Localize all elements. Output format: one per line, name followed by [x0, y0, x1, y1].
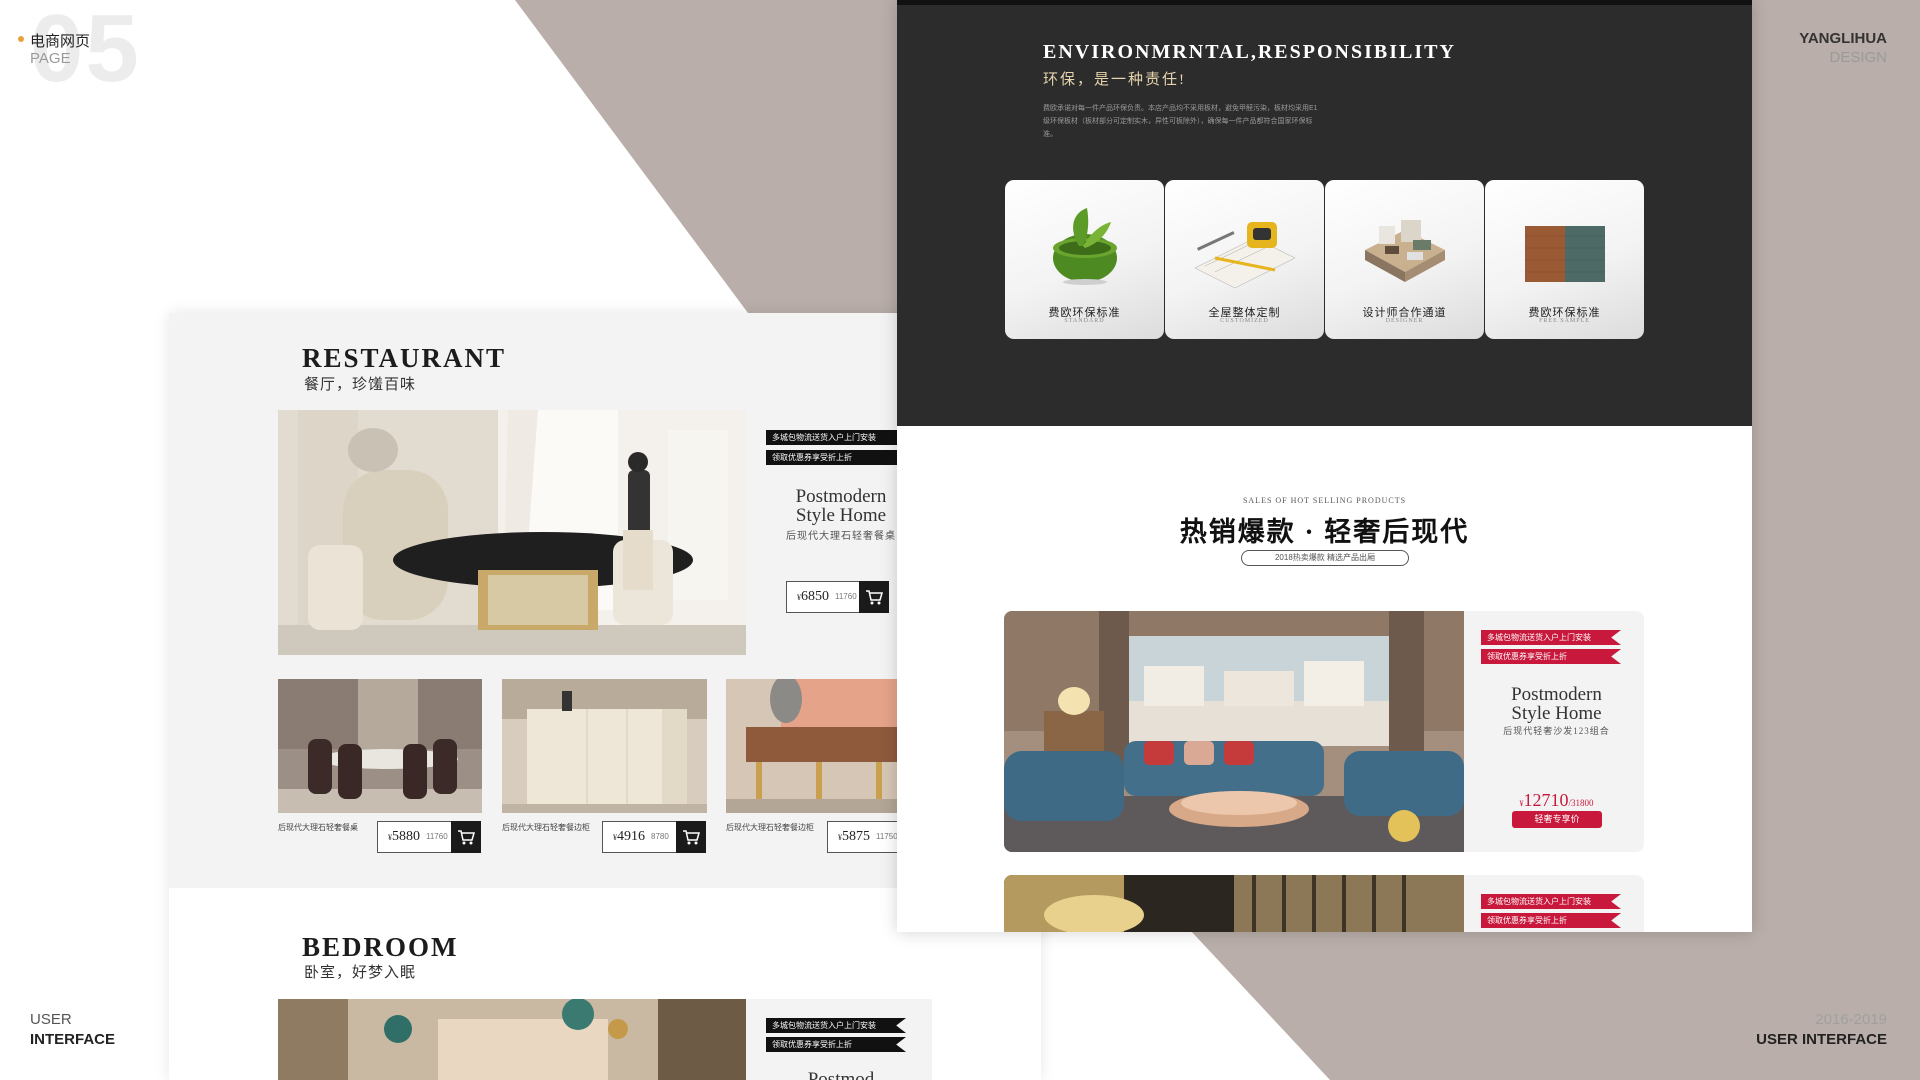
chandelier-photo[interactable]: [1004, 875, 1464, 932]
price-box[interactable]: ¥6850 11760: [786, 581, 889, 613]
thumb-original-2: 8780: [651, 832, 669, 841]
thumb-photo-dining-set[interactable]: [278, 679, 482, 813]
hot-price-value: 12710: [1523, 790, 1569, 810]
restaurant-title: RESTAURANT: [302, 343, 507, 373]
thumb-caption-3: 后现代大理石轻奢餐边柜: [726, 823, 814, 832]
hot-product-card-2[interactable]: 多城包物流送货入户上门安装 领取优惠券享受折上折: [1004, 875, 1644, 932]
thumb-caption-2: 后现代大理石轻奢餐边柜: [502, 823, 590, 832]
thumb-price-1: ¥5880: [388, 829, 420, 844]
hot-section-pill[interactable]: 2018热卖爆款 精选产品出厢: [1241, 550, 1409, 566]
section-subtitle: PAGE: [30, 50, 71, 67]
fabric-sample-icon: [1525, 226, 1605, 282]
environment-section: ENVIRONMRNTAL,RESPONSIBILITY 环保，是一种责任! 费…: [897, 0, 1752, 426]
bedroom-promo-tag-delivery: 多城包物流送货入户上门安装: [766, 1018, 906, 1033]
thumb-photo-sideboard[interactable]: [502, 679, 707, 813]
footer-left-line1: USER: [30, 1011, 72, 1028]
green-bowl-icon: [1053, 208, 1117, 285]
hot-product-subtitle: 后现代轻奢沙发123组合: [1503, 726, 1610, 736]
feature-card-standard[interactable]: 费欧环保标准 STANDARD: [1005, 180, 1164, 339]
restaurant-main-photo[interactable]: [278, 410, 746, 655]
top-strip: [897, 0, 1752, 5]
thumb-price-3: ¥5875: [838, 829, 870, 844]
card-subtitle: FREE SAMPLE: [1539, 318, 1590, 324]
hot-product-price: ¥12710/31800: [1469, 790, 1644, 811]
product-subtitle: 后现代大理石轻奢餐桌: [786, 531, 896, 542]
hot-section-title: 热销爆款 · 轻奢后现代: [1179, 517, 1470, 547]
feature-card-designer[interactable]: 设计师合作通道 DESIGNER: [1325, 180, 1484, 339]
hot-section-eyebrow: SALES OF HOT SELLING PRODUCTS: [1242, 496, 1407, 505]
thumb-caption-1: 后现代大理石轻奢餐桌: [278, 823, 358, 832]
add-to-cart-button[interactable]: [451, 821, 481, 853]
hot-promo-tag-delivery-2: 多城包物流送货入户上门安装: [1481, 894, 1621, 909]
author-role: DESIGN: [1829, 49, 1887, 66]
feature-card-free-sample[interactable]: 费欧环保标准 FREE SAMPLE: [1485, 180, 1644, 339]
thumb-price-box-1[interactable]: ¥5880 11760: [377, 821, 481, 853]
environment-title: ENVIRONMRNTAL,RESPONSIBILITY: [1043, 41, 1456, 63]
sofa-photo[interactable]: [1004, 611, 1464, 852]
bedroom-title: BEDROOM: [302, 932, 459, 962]
hot-product-name-line2: Style Home: [1511, 703, 1602, 724]
cart-icon: [866, 590, 883, 605]
homepage-mockup: ENVIRONMRNTAL,RESPONSIBILITY 环保，是一种责任! 费…: [897, 0, 1752, 932]
footer-left-line2: INTERFACE: [30, 1031, 116, 1048]
thumb-original-3: 11750: [876, 832, 898, 841]
thumb-price-box-2[interactable]: ¥4916 8780: [602, 821, 706, 853]
footer-years: 2016-2019: [1815, 1011, 1887, 1028]
promo-tag-coupon: 领取优惠券享受折上折: [766, 450, 901, 465]
orange-dot: [18, 36, 24, 42]
environment-subtitle: 环保，是一种责任!: [1043, 72, 1186, 88]
bedroom-promo-tag-coupon: 领取优惠券享受折上折: [766, 1037, 906, 1052]
price-value: ¥6850: [797, 589, 829, 604]
environment-description: 费欧承诺对每一件产品环保负责。本店产品均不采用板材，避免甲醛污染，板材均采用E1…: [1043, 105, 1318, 138]
cart-icon: [683, 830, 700, 845]
product-name-line1: Postmodern: [795, 486, 887, 507]
hot-promo-tag-coupon-2: 领取优惠券享受折上折: [1481, 913, 1621, 928]
measuring-tape-icon: [1195, 222, 1295, 288]
original-price: 11760: [835, 592, 857, 601]
restaurant-subtitle: 餐厅，珍馐百味: [304, 377, 417, 393]
author-name: YANGLIHUA: [1799, 30, 1887, 47]
hot-product-name-line1: Postmodern: [1511, 684, 1602, 705]
bedroom-product-name: Postmod: [807, 1069, 875, 1080]
bedroom-subtitle: 卧室，好梦入眠: [304, 965, 417, 981]
hot-promo-tag-coupon: 领取优惠券享受折上折: [1481, 649, 1621, 664]
thumb-price-2: ¥4916: [613, 829, 645, 844]
footer-right-label: USER INTERFACE: [1756, 1031, 1887, 1048]
thumb-photo-console[interactable]: [726, 679, 901, 813]
bedroom-main-photo[interactable]: [278, 999, 746, 1080]
thumb-original-1: 11760: [426, 832, 448, 841]
cart-icon: [458, 830, 475, 845]
house-model-icon: [1365, 220, 1445, 282]
product-name-line2: Style Home: [795, 505, 887, 526]
section-title: 电商网页: [30, 33, 91, 50]
card-subtitle: STANDARD: [1064, 318, 1105, 324]
card-subtitle: CUSTOMIZED: [1220, 318, 1269, 324]
add-to-cart-button[interactable]: [859, 581, 889, 613]
hot-original-price: /31800: [1568, 798, 1594, 808]
add-to-cart-button[interactable]: [676, 821, 706, 853]
hot-product-card-1[interactable]: 多城包物流送货入户上门安装 领取优惠券享受折上折 Postmodern Styl…: [1004, 611, 1644, 852]
promo-tag-delivery: 多城包物流送货入户上门安装: [766, 430, 901, 445]
feature-card-customized[interactable]: 全屋整体定制 CUSTOMIZED: [1165, 180, 1324, 339]
card-subtitle: DESIGNER: [1385, 318, 1424, 324]
member-price-button[interactable]: 轻奢专享价: [1512, 811, 1602, 828]
hot-promo-tag-delivery: 多城包物流送货入户上门安装: [1481, 630, 1621, 645]
